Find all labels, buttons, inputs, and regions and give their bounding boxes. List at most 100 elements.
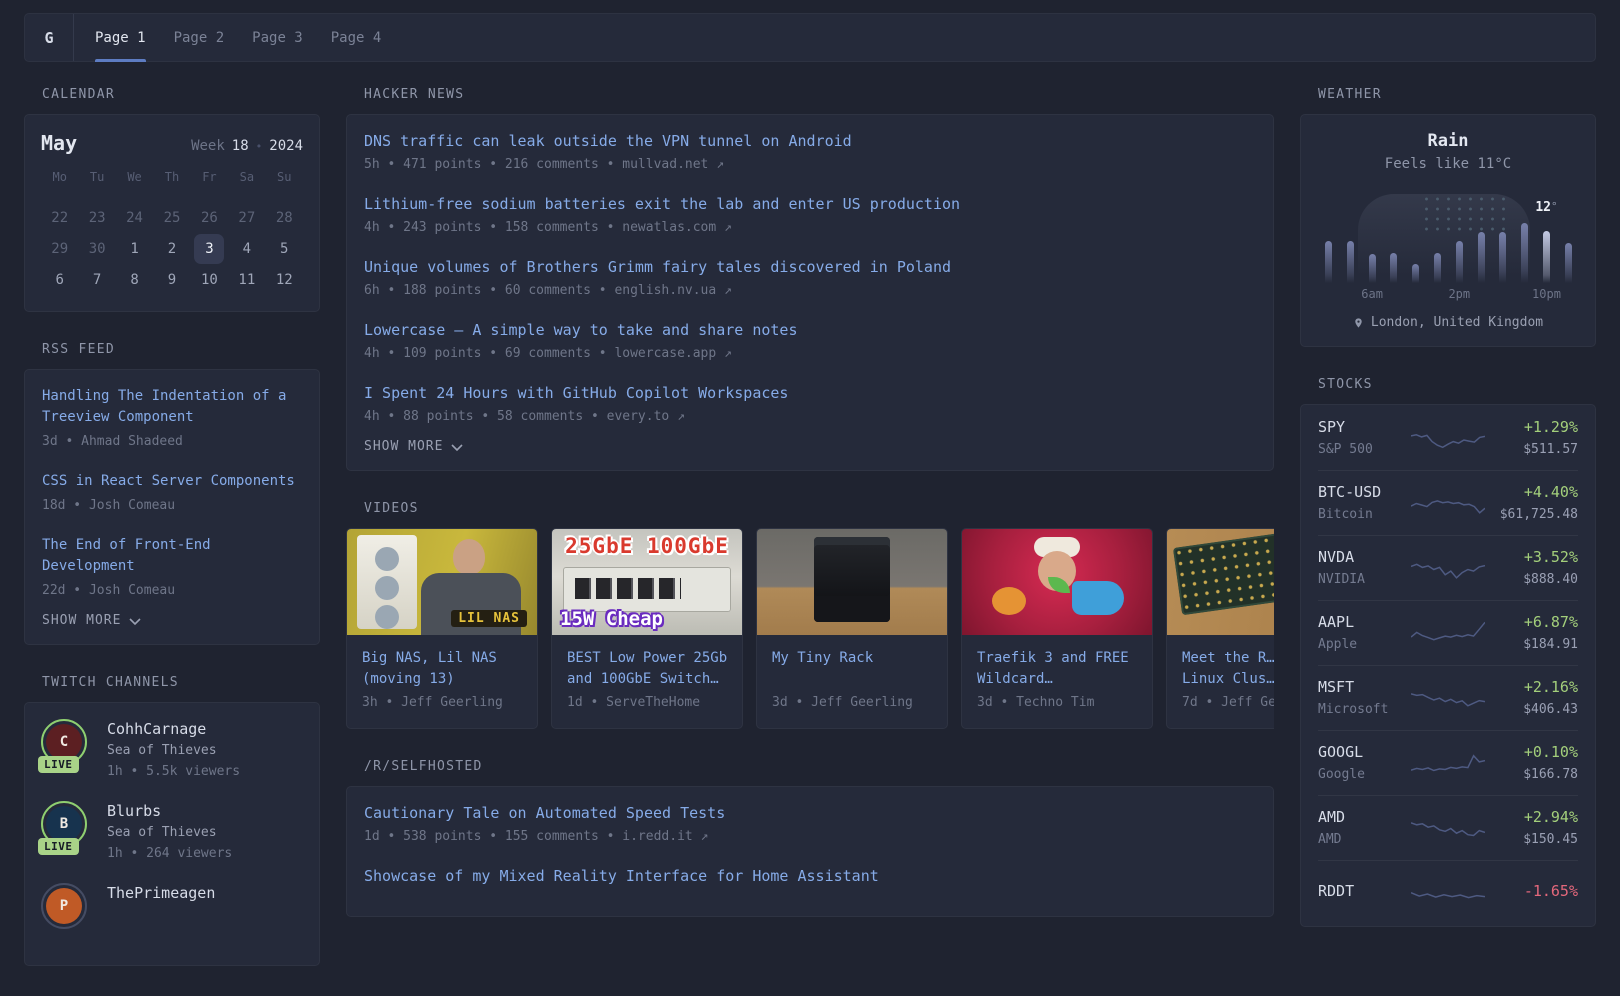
rss-item-link[interactable]: The End of Front-End Development bbox=[42, 535, 302, 577]
video-title-link[interactable]: Linux Clus… bbox=[1182, 669, 1274, 690]
video-thumbnail[interactable] bbox=[757, 529, 947, 635]
twitch-avatar[interactable]: CLIVE bbox=[41, 719, 87, 765]
feed-item: Lowercase – A simple way to take and sha… bbox=[364, 320, 1256, 362]
stock-row[interactable]: GOOGLGoogle+0.10%$166.78 bbox=[1318, 730, 1578, 795]
feed-item-meta: 22d • Josh Comeau bbox=[42, 583, 302, 599]
stock-change: +1.29% bbox=[1493, 417, 1578, 437]
rss-item-link[interactable]: Handling The Indentation of a Treeview C… bbox=[42, 386, 302, 428]
hackernews-item-link[interactable]: DNS traffic can leak outside the VPN tun… bbox=[364, 131, 1256, 151]
tab-page-4[interactable]: Page 4 bbox=[331, 14, 382, 61]
stock-name: NVIDIA bbox=[1318, 571, 1403, 589]
hackernews-show-more-button[interactable]: SHOW MORE bbox=[364, 439, 1256, 454]
video-title-link[interactable]: My Tiny Rack bbox=[772, 648, 932, 669]
stock-row[interactable]: AAPLApple+6.87%$184.91 bbox=[1318, 600, 1578, 665]
video-title: BEST Low Power 25GbEand 100GbE Switch… bbox=[567, 648, 727, 690]
twitch-channel-name[interactable]: CohhCarnage bbox=[107, 719, 240, 739]
video-title-link[interactable]: BEST Low Power 25GbE bbox=[567, 648, 727, 669]
stock-symbol: AMD bbox=[1318, 807, 1403, 827]
fruit-shape bbox=[992, 587, 1026, 615]
rss-show-more-button[interactable]: SHOW MORE bbox=[42, 613, 302, 628]
video-thumbnail[interactable] bbox=[962, 529, 1152, 635]
avatar-image: P bbox=[46, 888, 82, 924]
selfhosted-card: Cautionary Tale on Automated Speed Tests… bbox=[346, 786, 1274, 917]
hackernews-item-link[interactable]: I Spent 24 Hours with GitHub Copilot Wor… bbox=[364, 383, 1256, 403]
stock-row[interactable]: SPYS&P 500+1.29%$511.57 bbox=[1318, 406, 1578, 470]
stock-symbol: AAPL bbox=[1318, 612, 1403, 632]
calendar-widget: CALENDAR May Week 18 • 2024 MoTuWeThFrSa… bbox=[24, 87, 320, 312]
video-thumbnail[interactable]: LIL NAS bbox=[347, 529, 537, 635]
stock-row[interactable]: RDDT-1.65% bbox=[1318, 860, 1578, 925]
calendar-day: 23 bbox=[78, 203, 115, 233]
calendar-day: 27 bbox=[228, 203, 265, 233]
video-card: Traefik 3 and FREEWildcard…3d • Techno T… bbox=[961, 528, 1153, 729]
twitch-channel-list: CLIVE CohhCarnage Sea of Thieves 1h • 5.5k … bbox=[41, 719, 303, 929]
stock-row[interactable]: MSFTMicrosoft+2.16%$406.43 bbox=[1318, 665, 1578, 730]
video-card: My Tiny Rack 3d • Jeff Geerling bbox=[756, 528, 948, 729]
pc-tower-shape bbox=[357, 535, 417, 629]
video-title-link[interactable]: (moving 13) bbox=[362, 669, 522, 690]
twitch-avatar[interactable]: P bbox=[41, 883, 87, 929]
stock-sparkline bbox=[1411, 488, 1485, 518]
hackernews-item-link[interactable]: Lithium-free sodium batteries exit the l… bbox=[364, 194, 1256, 214]
stock-change: +6.87% bbox=[1493, 612, 1578, 632]
week-label: Week bbox=[191, 138, 225, 154]
person-shape bbox=[453, 539, 485, 575]
docker-shape bbox=[1072, 581, 1124, 615]
calendar-day: 12 bbox=[266, 265, 303, 295]
video-card-body: Big NAS, Lil NAS(moving 13) 3h • Jeff Gee… bbox=[347, 635, 537, 728]
video-title-link[interactable]: Traefik 3 and FREE bbox=[977, 648, 1137, 669]
feed-item-meta: 4h • 243 points • 158 comments • newatla… bbox=[364, 220, 1256, 236]
stock-info: GOOGLGoogle bbox=[1318, 742, 1403, 784]
video-title-link[interactable]: Big NAS, Lil NAS bbox=[362, 648, 522, 669]
twitch-channel-row: P ThePrimeagen bbox=[41, 883, 303, 929]
stock-row[interactable]: BTC-USDBitcoin+4.40%$61,725.48 bbox=[1318, 470, 1578, 535]
video-thumbnail[interactable]: 25GbE 100GbE15W Cheap bbox=[552, 529, 742, 635]
twitch-channel-name[interactable]: ThePrimeagen bbox=[107, 883, 215, 903]
video-meta: 3d • Jeff Geerling bbox=[772, 695, 932, 710]
stock-info: MSFTMicrosoft bbox=[1318, 677, 1403, 719]
rss-item-link[interactable]: CSS in React Server Components bbox=[42, 471, 302, 492]
twitch-channel-game: Sea of Thieves bbox=[107, 823, 232, 843]
calendar-month: May bbox=[41, 131, 77, 155]
video-title-link[interactable]: and 100GbE Switch… bbox=[567, 669, 727, 690]
feed-item-meta: 18d • Josh Comeau bbox=[42, 498, 302, 514]
stock-info: RDDT bbox=[1318, 881, 1403, 905]
weather-location: London, United Kingdom bbox=[1371, 315, 1543, 330]
time-tick-label: 6am bbox=[1361, 287, 1383, 301]
calendar-day: 25 bbox=[153, 203, 190, 233]
twitch-avatar[interactable]: BLIVE bbox=[41, 801, 87, 847]
tab-page-1[interactable]: Page 1 bbox=[95, 14, 146, 61]
stock-row[interactable]: AMDAMD+2.94%$150.45 bbox=[1318, 795, 1578, 860]
twitch-channel-viewers: 1h • 5.5k viewers bbox=[107, 763, 240, 781]
calendar-day: 26 bbox=[191, 203, 228, 233]
stock-price: $166.78 bbox=[1493, 766, 1578, 784]
feed-item: Handling The Indentation of a Treeview C… bbox=[42, 386, 302, 450]
video-title-link[interactable]: Wildcard… bbox=[977, 669, 1137, 690]
feed-item-meta: 4h • 109 points • 69 comments • lowercas… bbox=[364, 346, 1256, 362]
weather-condition: Rain bbox=[1317, 131, 1579, 151]
twitch-channel-name[interactable]: Blurbs bbox=[107, 801, 232, 821]
twitch-widget: TWITCH CHANNELS CLIVECohhCarnageSea of T… bbox=[24, 675, 320, 966]
twitch-channel-viewers: 1h • 264 viewers bbox=[107, 845, 232, 863]
video-title: Traefik 3 and FREEWildcard… bbox=[977, 648, 1137, 690]
stock-sparkline bbox=[1411, 553, 1485, 583]
hackernews-item-link[interactable]: Lowercase – A simple way to take and sha… bbox=[364, 320, 1256, 340]
stock-info: AMDAMD bbox=[1318, 807, 1403, 849]
tab-page-3[interactable]: Page 3 bbox=[252, 14, 303, 61]
video-thumbnail[interactable]: FAS bbox=[1167, 529, 1274, 635]
location-pin-icon bbox=[1353, 316, 1364, 330]
video-meta: 3h • Jeff Geerling bbox=[362, 695, 522, 710]
stock-info: NVDANVIDIA bbox=[1318, 547, 1403, 589]
hackernews-item-link[interactable]: Unique volumes of Brothers Grimm fairy t… bbox=[364, 257, 1256, 277]
stock-row[interactable]: NVDANVIDIA+3.52%$888.40 bbox=[1318, 535, 1578, 600]
stock-price: $150.45 bbox=[1493, 831, 1578, 849]
feed-item-meta: 3d • Ahmad Shadeed bbox=[42, 434, 302, 450]
tab-page-2[interactable]: Page 2 bbox=[174, 14, 225, 61]
stock-symbol: GOOGL bbox=[1318, 742, 1403, 762]
app-logo[interactable]: G bbox=[25, 14, 73, 61]
stock-values: +4.40%$61,725.48 bbox=[1493, 482, 1578, 524]
weather-bar bbox=[1369, 254, 1376, 283]
selfhosted-item-link[interactable]: Showcase of my Mixed Reality Interface f… bbox=[364, 866, 1256, 886]
video-title-link[interactable]: Meet the R… bbox=[1182, 648, 1274, 669]
selfhosted-item-link[interactable]: Cautionary Tale on Automated Speed Tests bbox=[364, 803, 1256, 823]
